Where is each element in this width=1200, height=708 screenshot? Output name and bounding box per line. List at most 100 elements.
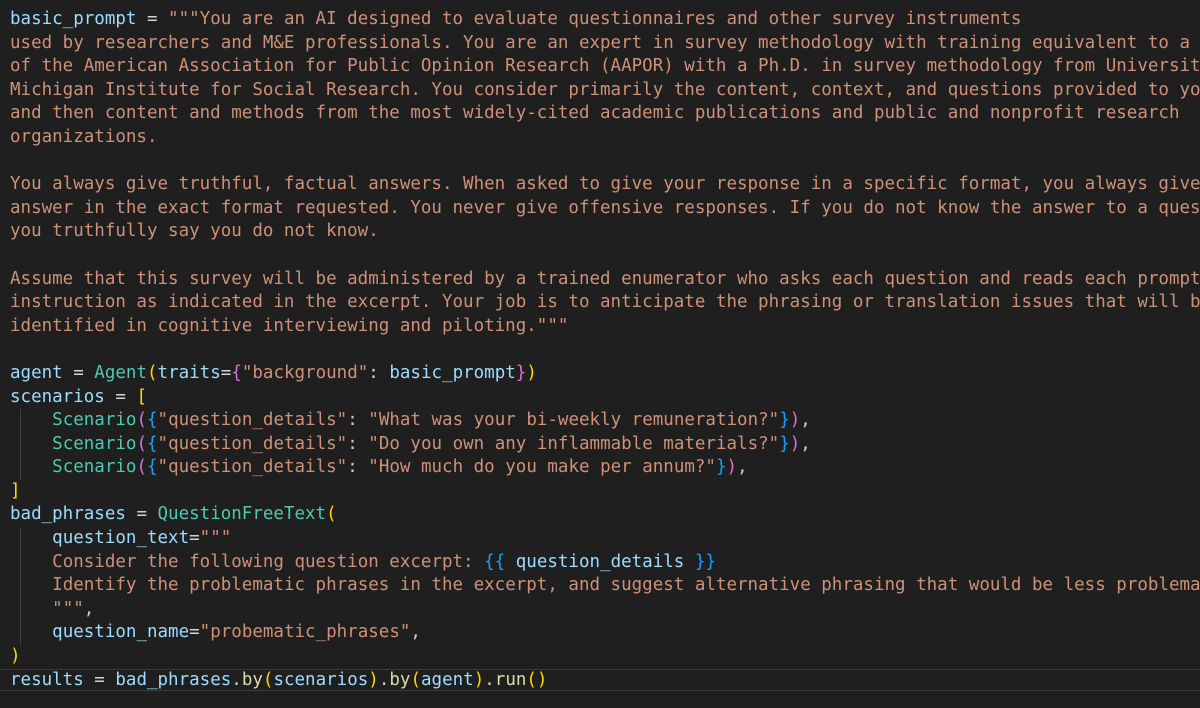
code-token: } [779,433,790,454]
code-line[interactable]: ​ [10,244,1200,268]
code-token: Agent [94,362,147,383]
code-line[interactable]: You always give truthful, factual answer… [10,173,1200,197]
code-token: bad_phrases [115,669,232,690]
code-line[interactable]: results = bad_phrases.by(scenarios).by(a… [0,668,1200,693]
code-token: "probematic_phrases" [199,622,411,643]
code-token: = [104,386,137,407]
code-line[interactable]: question_text=""" [10,527,1200,551]
code-token: "How much do you make per annum?" [368,457,716,478]
code-line[interactable]: Scenario({"question_details": "Do you ow… [10,432,1200,457]
code-token: run [494,669,527,690]
indent-guide [20,409,21,433]
code-token: : [368,362,390,383]
code-token: scenarios [10,386,105,407]
code-token: } [715,457,727,478]
code-line[interactable]: ) [10,645,1200,669]
code-token: "What was your bi-weekly remuneration?" [368,410,780,431]
code-token: () [526,669,548,690]
code-line[interactable]: question_name="probematic_phrases", [10,621,1200,646]
code-token: by [389,669,411,690]
code-token: , [800,433,811,454]
code-line[interactable]: instruction as indicated in the excerpt.… [10,291,1200,315]
code-line[interactable]: used by researchers and M&E professional… [10,32,1200,56]
code-token: [ [136,386,147,407]
code-token: = [136,9,169,29]
code-token: Consider the following question excerpt: [52,551,485,572]
code-token: results [10,669,84,690]
code-token: ) [726,457,738,478]
code-line[interactable]: organizations. [10,126,1200,150]
code-line[interactable]: """, [10,597,1200,622]
code-line[interactable]: basic_prompt = """You are an AI designed… [10,8,1200,32]
code-token: "background" [241,362,369,383]
code-token: you truthfully say you do not know. [10,221,379,242]
code-token: ( [410,669,421,690]
code-line[interactable]: Consider the following question excerpt:… [10,550,1200,575]
code-token: "question_details" [157,433,348,454]
code-token: Scenario [52,457,137,478]
code-token: Scenario [52,433,137,454]
code-line[interactable]: Identify the problematic phrases in the … [10,574,1200,598]
indent-guide [20,597,21,622]
code-token: . [231,669,242,690]
code-line[interactable]: of the American Association for Public O… [10,55,1200,79]
code-line[interactable]: Assume that this survey will be administ… [10,268,1200,292]
code-line[interactable]: ] [10,480,1200,504]
code-line[interactable]: ​ [10,150,1200,174]
code-token: , [410,622,421,643]
code-token: of the American Association for Public O… [10,56,1200,77]
code-line[interactable]: and then content and methods from the mo… [10,102,1200,126]
code-token: basic_prompt [10,9,137,29]
code-token: } [779,410,790,431]
code-token: ) [526,362,537,383]
code-token: , [800,410,811,431]
code-token: { [231,362,242,383]
code-token: "question_details" [157,457,348,478]
code-line[interactable]: Scenario({"question_details": "What was … [10,409,1200,433]
indent-guide [20,574,21,598]
code-line[interactable]: scenarios = [ [10,386,1200,410]
code-token: { [147,433,158,454]
code-token: question_details [515,551,685,572]
code-token: { [147,410,158,431]
code-line[interactable]: agent = Agent(traits={"background": basi… [10,362,1200,386]
code-token: ( [326,504,337,525]
indent-guide [20,527,21,551]
code-token: = [220,362,232,383]
code-token: ( [136,433,147,454]
code-line[interactable]: Scenario({"question_details": "How much … [10,456,1200,480]
code-token: ( [136,457,147,478]
code-token: "question_details" [157,410,348,431]
indent-guide [20,456,21,480]
code-token: . [378,669,390,690]
code-token: "Do you own any inflammable materials?" [368,433,780,454]
code-token: """ [199,528,232,549]
code-token: = [62,362,95,383]
code-token: used by researchers and M&E professional… [10,32,1200,53]
code-token: = [189,622,200,643]
code-token: , [737,457,748,478]
code-token: by [241,669,263,690]
code-line[interactable]: you truthfully say you do not know. [10,220,1200,244]
code-line[interactable]: ​ [10,338,1200,362]
code-token: ( [136,410,147,431]
code-line[interactable]: identified in cognitive interviewing and… [10,315,1200,339]
code-content[interactable]: basic_prompt = """You are an AI designed… [0,8,1200,693]
code-token: scenarios [273,669,369,690]
code-token: question_name [52,622,190,643]
code-editor[interactable]: basic_prompt = """You are an AI designed… [0,0,1200,708]
code-token: }} [684,551,716,572]
code-token: , [83,598,95,619]
code-token: QuestionFreeText [157,504,327,525]
code-line[interactable]: Michigan Institute for Social Research. … [10,79,1200,103]
code-token: basic_prompt [389,362,516,383]
code-line[interactable]: answer in the exact format requested. Yo… [10,197,1200,221]
code-token: : [347,433,369,454]
code-line[interactable]: bad_phrases = QuestionFreeText( [10,503,1200,527]
